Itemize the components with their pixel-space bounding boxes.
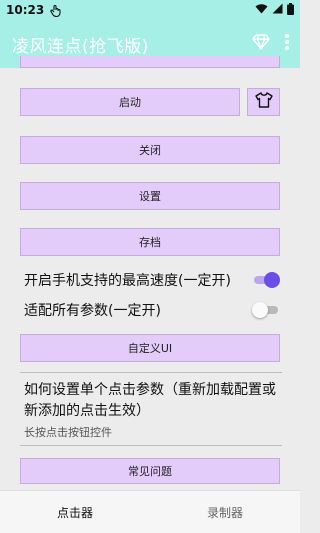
click-params-help-title: 如何设置单个点击参数（重新加载配置或新添加的点击生效）: [24, 382, 276, 419]
max-speed-toggle-row[interactable]: 开启手机支持的最高速度(一定开): [24, 266, 280, 294]
adapt-params-label: 适配所有参数(一定开): [24, 303, 161, 319]
adapt-params-switch[interactable]: [252, 302, 280, 318]
status-bar: 10:23: [0, 0, 300, 20]
click-params-help-subtitle: 长按点击按钮控件: [24, 426, 112, 439]
divider: [20, 372, 282, 373]
tab-recorder[interactable]: 录制器: [150, 491, 300, 533]
wifi-icon: [255, 3, 268, 17]
customize-ui-button[interactable]: 自定义UI: [20, 334, 280, 362]
touch-hand-icon: [50, 4, 62, 17]
app-title: 凌风连点(抢飞版): [12, 36, 149, 57]
max-speed-switch[interactable]: [252, 272, 280, 288]
divider: [20, 445, 282, 446]
tshirt-icon: [254, 92, 273, 112]
more-options-icon[interactable]: [284, 33, 290, 55]
partially-hidden-button[interactable]: [20, 56, 280, 68]
cell-signal-icon: [272, 3, 283, 17]
status-time: 10:23: [6, 3, 45, 17]
tab-clicker[interactable]: 点击器: [0, 491, 150, 533]
bottom-navigation: 点击器 录制器: [0, 490, 300, 533]
max-speed-label: 开启手机支持的最高速度(一定开): [24, 273, 231, 289]
close-button[interactable]: 关闭: [20, 136, 280, 164]
save-button[interactable]: 存档: [20, 228, 280, 256]
battery-icon: [287, 2, 294, 18]
diamond-icon[interactable]: [252, 34, 270, 54]
start-button[interactable]: 启动: [20, 88, 240, 116]
settings-button[interactable]: 设置: [20, 182, 280, 210]
skin-button[interactable]: [247, 88, 280, 116]
adapt-params-toggle-row[interactable]: 适配所有参数(一定开): [24, 296, 280, 324]
faq-button[interactable]: 常见问题: [20, 458, 280, 484]
